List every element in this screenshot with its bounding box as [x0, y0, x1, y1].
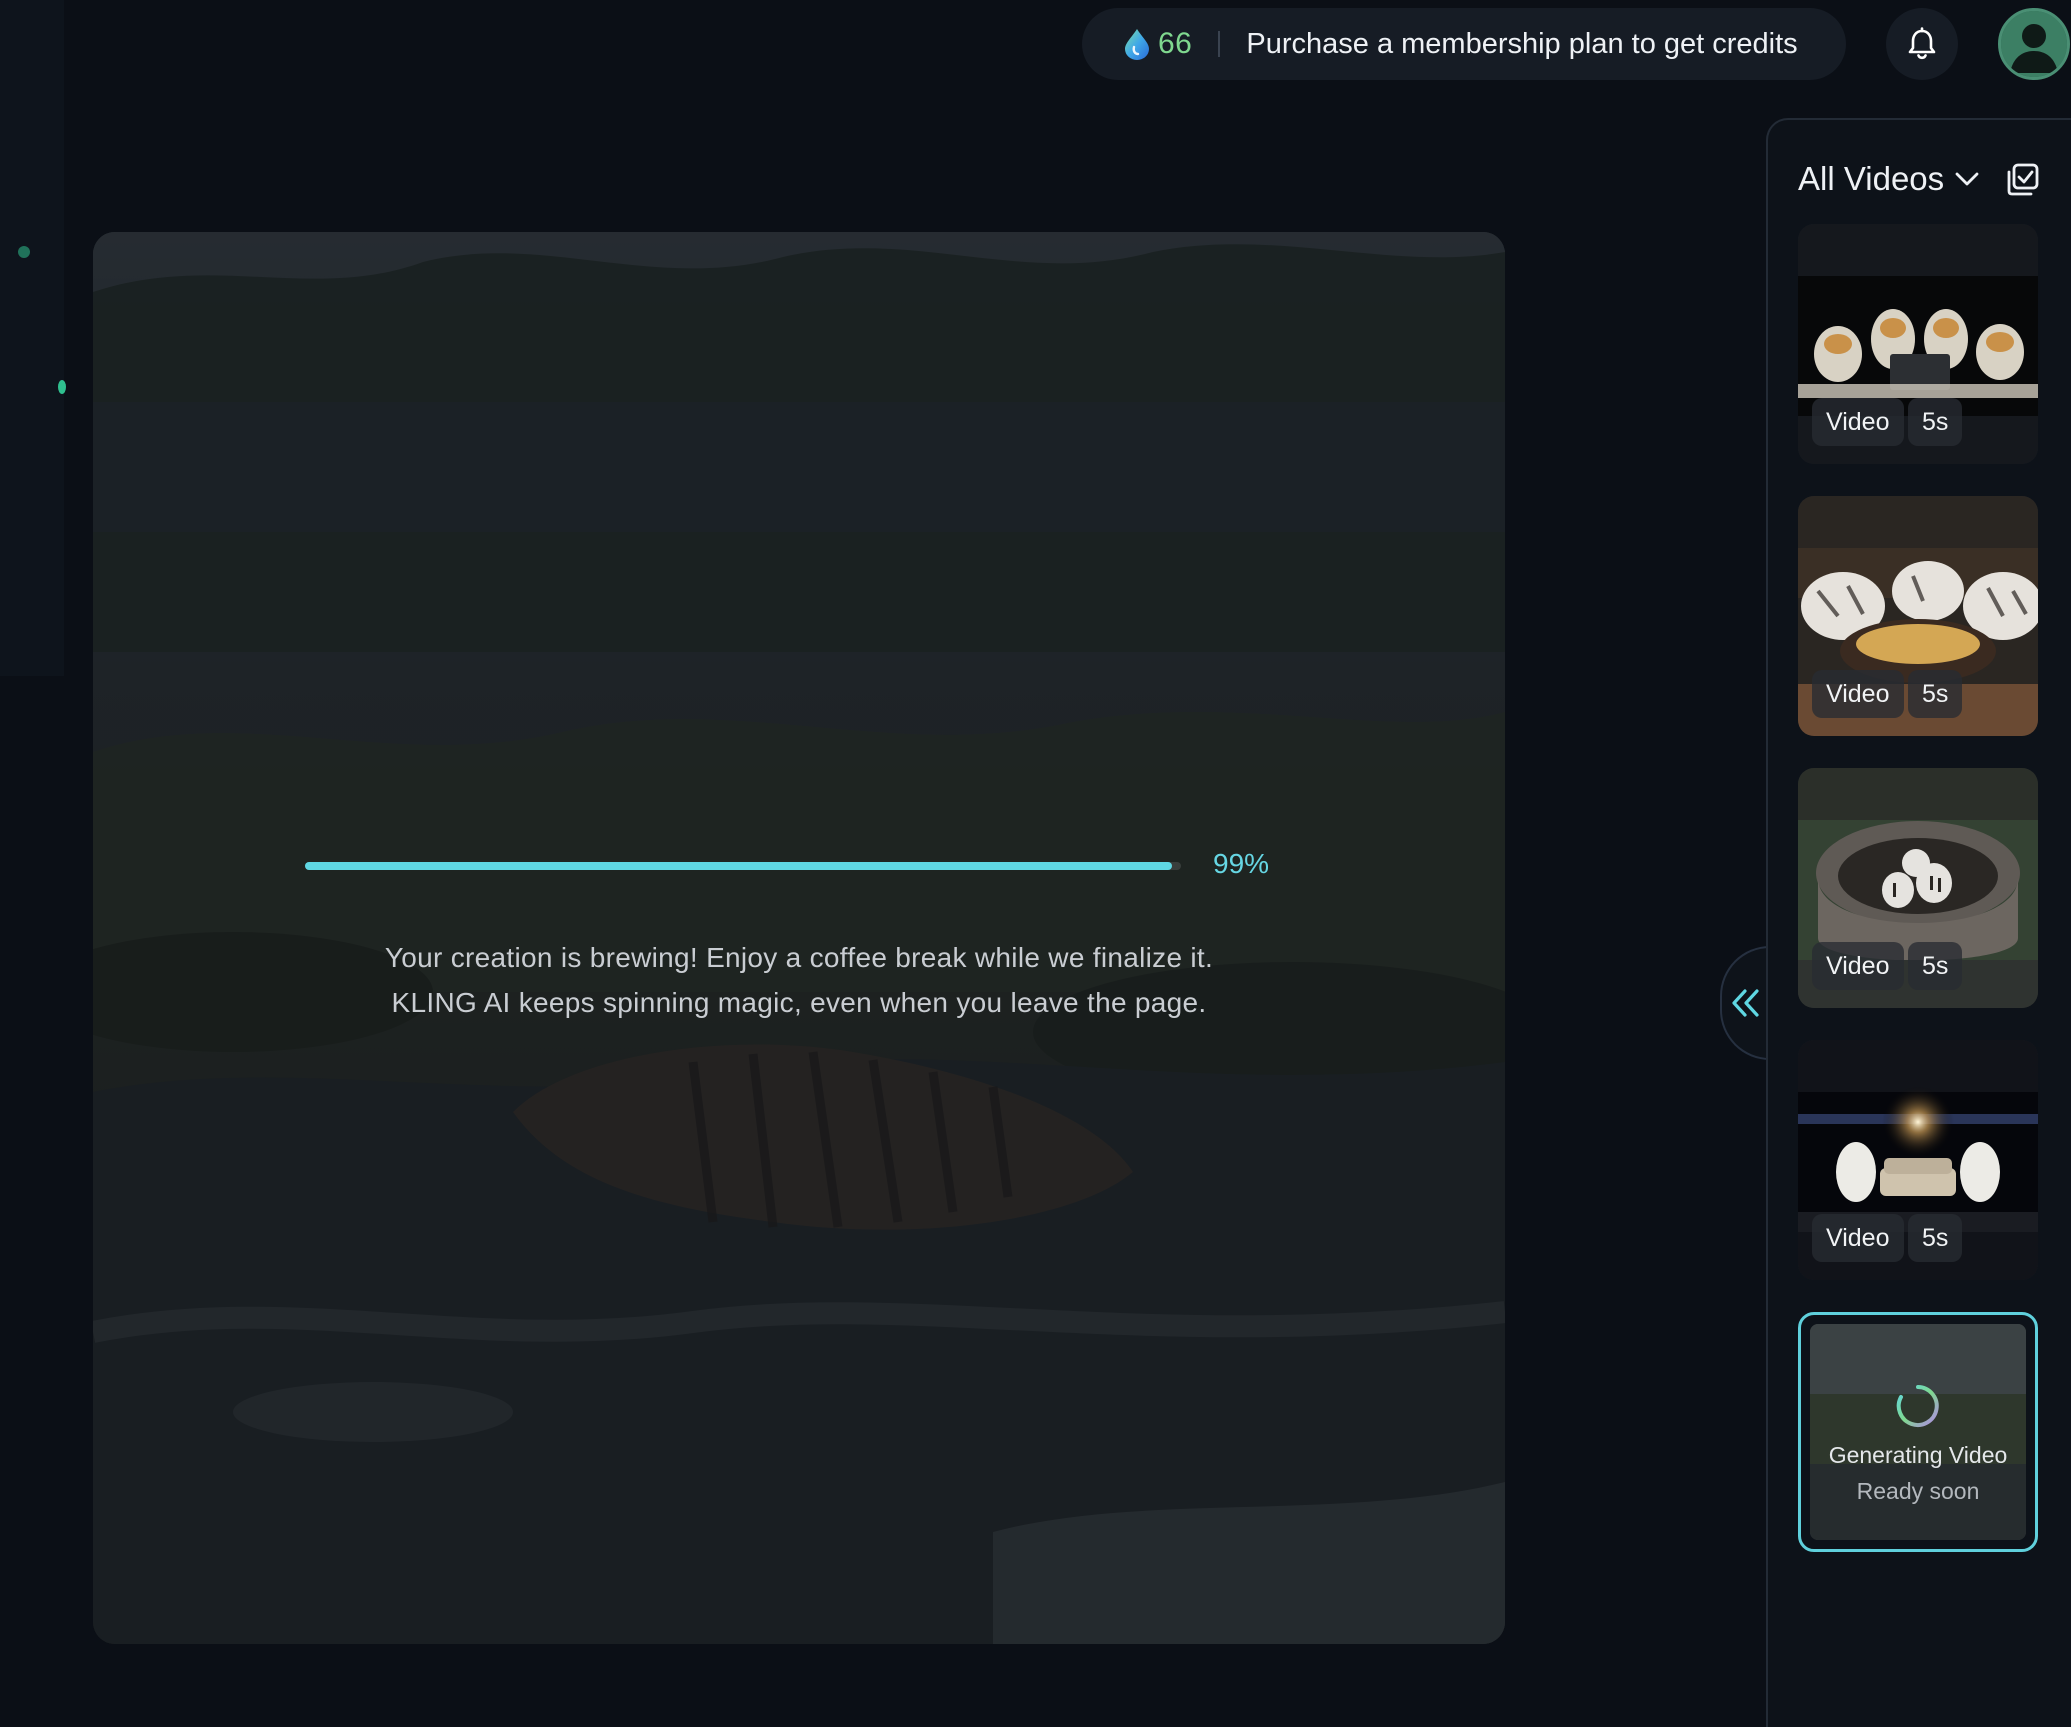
generation-progress-bar [305, 862, 1181, 870]
preview-dim-overlay [93, 232, 1505, 1644]
app-root: 66 Purchase a membership plan to get cre… [0, 0, 2071, 1727]
video-thumbnail[interactable]: Video 5s [1798, 1040, 2038, 1280]
video-thumbnail[interactable]: Video 5s [1798, 496, 2038, 736]
video-duration-tag: 5s [1908, 670, 1963, 718]
generating-thumbnail-image [1810, 1324, 2026, 1540]
video-duration-tag: 5s [1908, 1214, 1963, 1262]
video-history-panel: All Videos Video 5s Video 5s Video 5s Vi… [1766, 118, 2071, 1727]
video-duration-tag: 5s [1908, 942, 1963, 990]
bell-icon [1908, 27, 1936, 60]
video-type-tag: Video [1812, 1214, 1904, 1262]
video-type-tag: Video [1812, 670, 1904, 718]
credits-purchase-pill[interactable]: 66 Purchase a membership plan to get cre… [1082, 8, 1846, 80]
progress-fill [305, 862, 1173, 870]
credit-drop-icon [1125, 29, 1149, 60]
status-message-line-1: Your creation is brewing! Enjoy a coffee… [384, 942, 1214, 973]
generating-preview: Generating Video Ready soon [1810, 1324, 2026, 1540]
loading-spinner-icon [1896, 1385, 1939, 1427]
video-preview: 99% Your creation is brewing! Enjoy a co… [93, 232, 1505, 1644]
avatar-icon [2001, 11, 2067, 77]
generating-title: Generating Video [1828, 1442, 2008, 1468]
video-duration-tag: 5s [1908, 398, 1963, 446]
notifications-button[interactable] [1886, 8, 1958, 80]
video-thumbnail[interactable]: Video 5s [1798, 224, 2038, 464]
collapse-double-chevron-icon [1732, 989, 1759, 1017]
video-type-tag: Video [1812, 398, 1904, 446]
purchase-membership-link[interactable]: Purchase a membership plan to get credit… [1246, 28, 1797, 61]
user-avatar[interactable] [1998, 8, 2070, 80]
left-sidebar-edge [0, 0, 64, 676]
video-type-tag: Video [1812, 942, 1904, 990]
pill-divider [1218, 31, 1221, 57]
progress-percent: 99% [1213, 848, 1270, 879]
decorative-dot [58, 380, 66, 394]
multi-select-icon[interactable] [2004, 162, 2040, 198]
collapse-panel-button[interactable] [1720, 946, 1770, 1060]
panel-title: All Videos [1798, 160, 1945, 197]
credit-count: 66 [1158, 27, 1193, 60]
all-videos-filter[interactable]: All Videos [1798, 160, 1980, 198]
status-message-line-2: KLING AI keeps spinning magic, even when… [391, 987, 1207, 1018]
video-thumbnail[interactable]: Video 5s [1798, 768, 2038, 1008]
chevron-down-icon [1955, 172, 1979, 186]
generating-subtitle: Ready soon [1856, 1478, 1980, 1504]
decorative-dot [18, 246, 30, 258]
generating-video-card[interactable]: Generating Video Ready soon [1798, 1312, 2038, 1552]
